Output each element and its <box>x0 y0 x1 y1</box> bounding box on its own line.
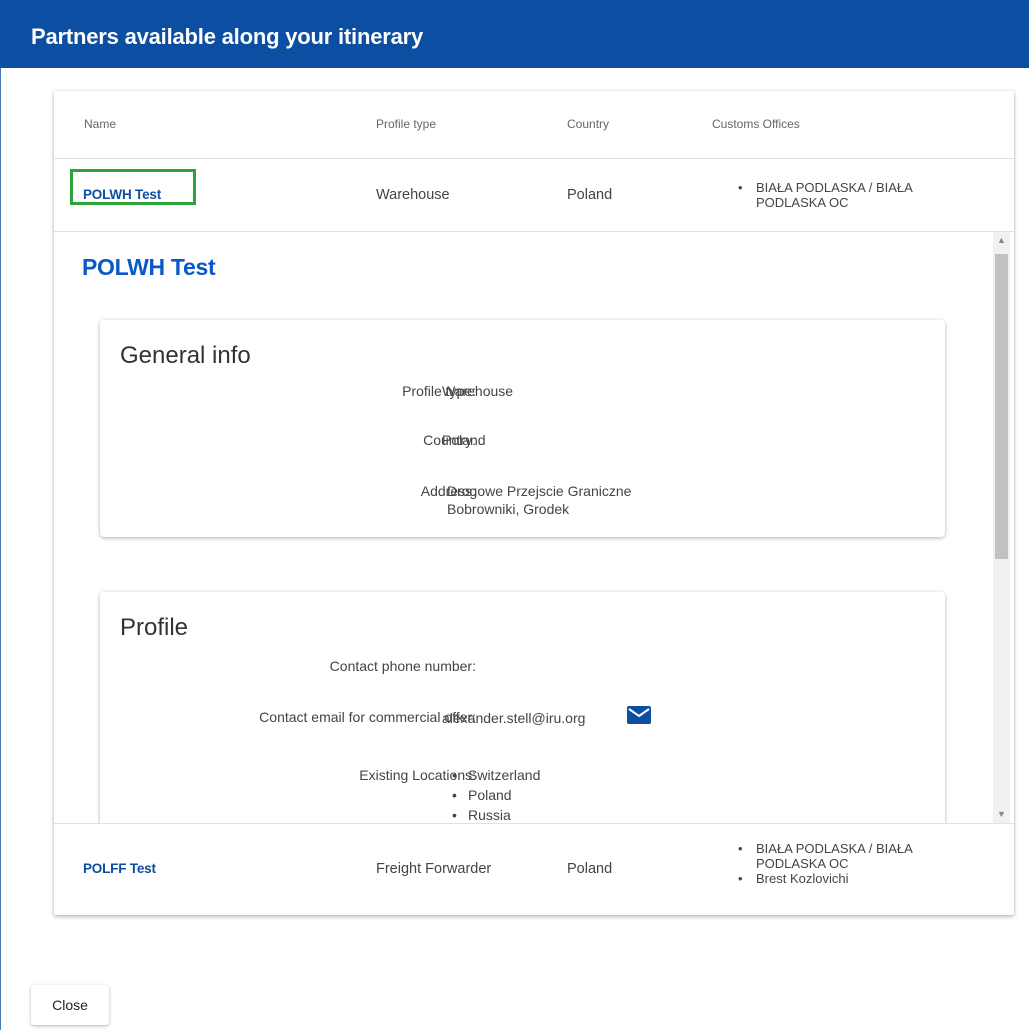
contact-phone-label: Contact phone number: <box>329 658 476 674</box>
customs-offices-list: BIAŁA PODLASKA / BIAŁA PODLASKA OC <box>734 180 974 210</box>
partner-country: Poland <box>567 861 613 877</box>
dialog-title: Partners available along your itinerary <box>31 24 424 49</box>
country-value: Poland <box>442 432 486 448</box>
partner-country: Poland <box>567 187 613 203</box>
scrollbar-thumb[interactable] <box>995 254 1008 559</box>
table-row[interactable]: POLWH Test Warehouse Poland BIAŁA PODLAS… <box>54 158 1014 232</box>
column-header-name[interactable]: Name <box>84 117 116 131</box>
dialog-header: Partners available along your itinerary <box>0 0 1029 68</box>
column-header-country[interactable]: Country <box>567 117 609 131</box>
location-item: Poland <box>452 785 540 805</box>
profile-heading: Profile <box>120 614 189 641</box>
address-line-1: Drogowe Przejscie Graniczne <box>447 483 632 499</box>
location-item: Russia <box>452 805 540 823</box>
partners-table: Name Profile type Country Customs Office… <box>54 91 1014 915</box>
address-line-2: Bobrowniki, Grodek <box>447 501 570 517</box>
scroll-up-arrow-icon[interactable]: ▲ <box>993 232 1010 249</box>
table-row[interactable]: POLFF Test Freight Forwarder Poland BIAŁ… <box>54 823 1014 915</box>
profile-type-value: Warehouse <box>442 383 514 399</box>
location-item: Switzerland <box>452 765 540 785</box>
partner-name-link[interactable]: POLWH Test <box>83 187 161 202</box>
existing-locations-list: Switzerland Poland Russia <box>452 765 540 823</box>
customs-office-item: BIAŁA PODLASKA / BIAŁA PODLASKA OC <box>734 180 974 210</box>
detail-title: POLWH Test <box>82 254 216 280</box>
scroll-down-arrow-icon[interactable]: ▼ <box>993 806 1010 823</box>
contact-email-value: alexander.stell@iru.org <box>442 710 586 726</box>
partner-detail-panel: POLWH Test General info Profile type: Wa… <box>54 232 1014 823</box>
column-header-profile-type[interactable]: Profile type <box>376 117 436 131</box>
envelope-icon[interactable] <box>626 705 652 725</box>
general-info-card: General info Profile type: Warehouse Cou… <box>100 320 945 537</box>
address-value: Drogowe Przejscie Graniczne Bobrowniki, … <box>447 482 631 518</box>
customs-office-item: BIAŁA PODLASKA / BIAŁA PODLASKA OC <box>734 841 974 871</box>
detail-scrollbar[interactable]: ▲ ▼ <box>993 232 1010 823</box>
column-header-customs-offices[interactable]: Customs Offices <box>712 117 800 131</box>
general-info-heading: General info <box>120 342 251 369</box>
partner-name-link[interactable]: POLFF Test <box>83 861 156 876</box>
customs-office-item: Brest Kozlovichi <box>734 871 974 886</box>
profile-card: Profile Contact phone number: Contact em… <box>100 592 945 823</box>
customs-offices-list: BIAŁA PODLASKA / BIAŁA PODLASKA OC Brest… <box>734 841 974 886</box>
partner-profile-type: Warehouse <box>376 187 450 203</box>
dialog-left-border <box>0 68 1 1030</box>
close-button[interactable]: Close <box>31 985 109 1025</box>
partner-profile-type: Freight Forwarder <box>376 861 492 877</box>
